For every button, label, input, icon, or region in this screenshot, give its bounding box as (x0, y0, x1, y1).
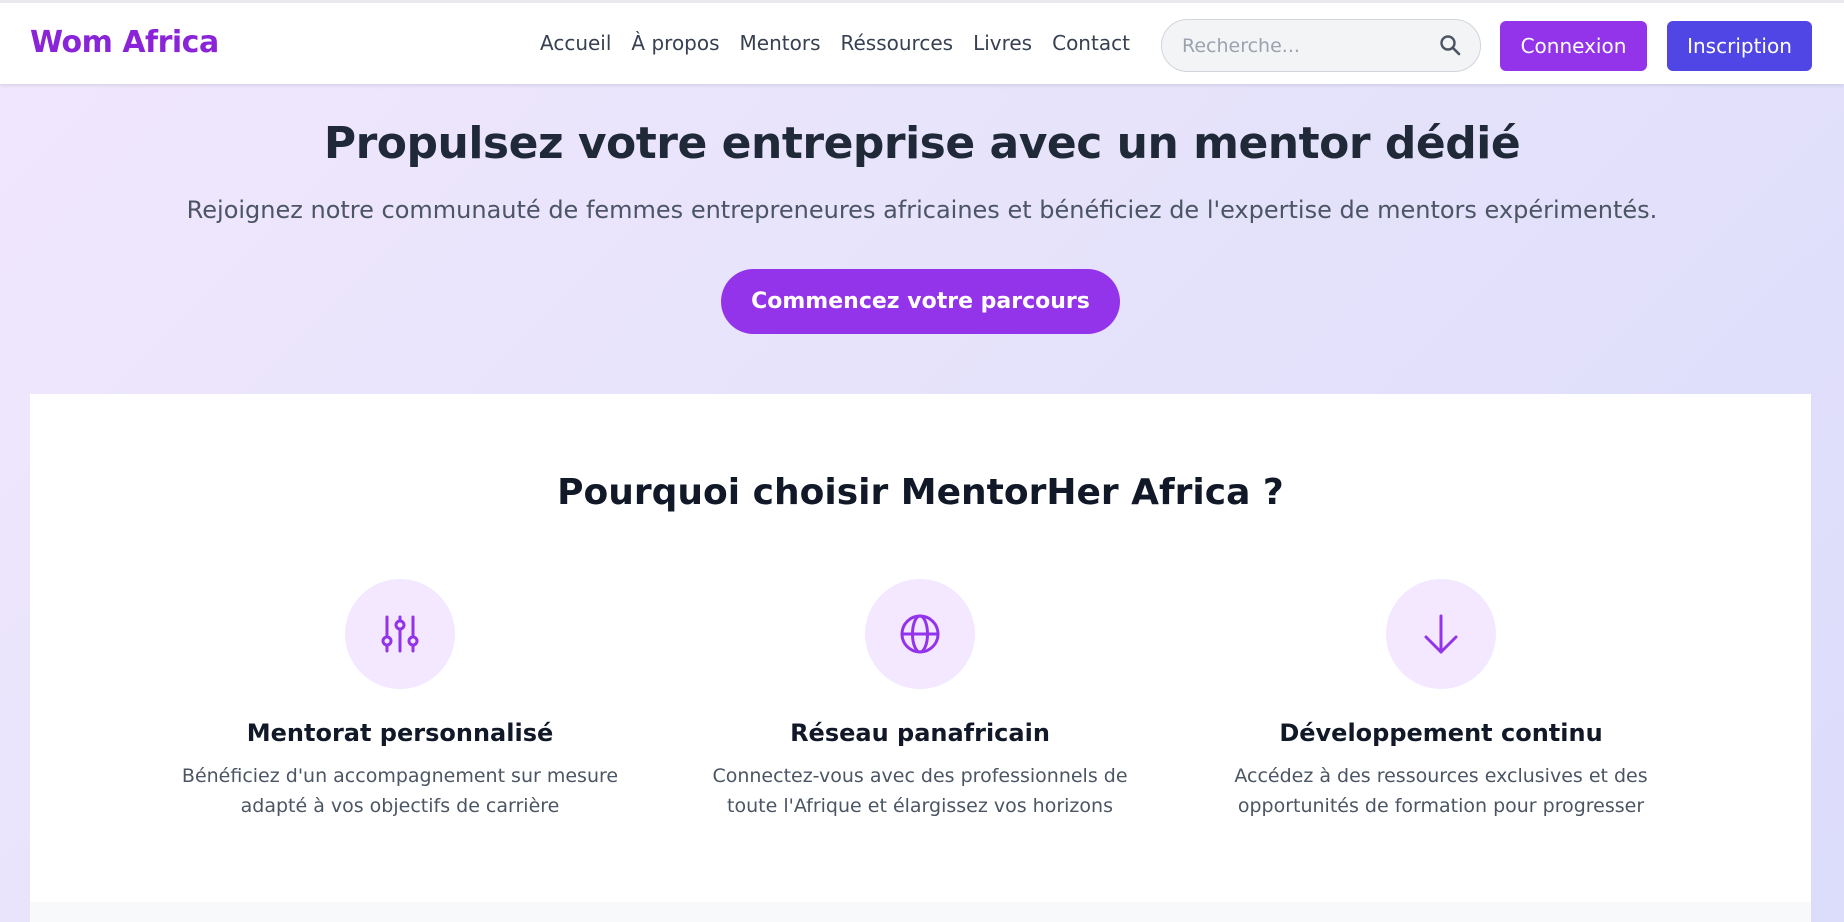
login-button[interactable]: Connexion (1500, 21, 1647, 71)
nav-link-livres[interactable]: Livres (973, 31, 1032, 55)
feature-title: Développement continu (1279, 719, 1603, 747)
features-section: Pourquoi choisir MentorHer Africa ? Ment… (30, 394, 1811, 902)
brand-logo[interactable]: Wom Africa (30, 25, 219, 60)
search-icon[interactable] (1438, 33, 1462, 57)
search-input[interactable] (1182, 32, 1432, 60)
search-box (1161, 19, 1481, 72)
sliders-icon (345, 579, 455, 689)
feature-description: Bénéficiez d'un accompagnement sur mesur… (181, 765, 619, 817)
arrow-down-icon (1386, 579, 1496, 689)
start-journey-button[interactable]: Commencez votre parcours (721, 269, 1120, 334)
feature-card: Mentorat personnalisé Bénéficiez d'un ac… (140, 579, 660, 821)
feature-title: Mentorat personnalisé (246, 719, 554, 747)
features-title: Pourquoi choisir MentorHer Africa ? (557, 472, 1284, 513)
nav-link-accueil[interactable]: Accueil (540, 31, 611, 55)
next-section-edge (30, 902, 1811, 922)
nav-link-mentors[interactable]: Mentors (740, 31, 821, 55)
nav-link-a-propos[interactable]: À propos (631, 31, 719, 55)
globe-icon (865, 579, 975, 689)
site-header: Wom Africa Accueil À propos Mentors Réss… (0, 0, 1844, 84)
feature-card: Développement continu Accédez à des ress… (1181, 579, 1701, 821)
feature-card: Réseau panafricain Connectez-vous avec d… (660, 579, 1180, 821)
feature-description: Connectez-vous avec des professionnels d… (712, 765, 1128, 817)
main-nav: Accueil À propos Mentors Réssources Livr… (540, 31, 1130, 55)
feature-description: Accédez à des ressources exclusives et d… (1234, 765, 1648, 817)
feature-title: Réseau panafricain (790, 719, 1050, 747)
signup-button[interactable]: Inscription (1667, 21, 1812, 71)
nav-link-contact[interactable]: Contact (1052, 31, 1130, 55)
hero-subtitle: Rejoignez notre communauté de femmes ent… (186, 196, 1658, 224)
hero-title: Propulsez votre entreprise avec un mento… (323, 118, 1521, 169)
nav-link-ressources[interactable]: Réssources (841, 31, 954, 55)
